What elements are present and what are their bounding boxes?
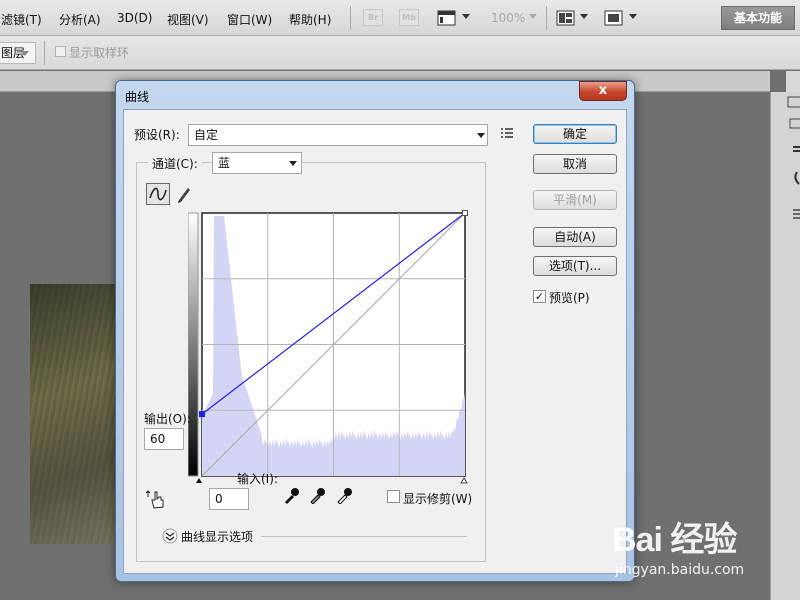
gray-eyedropper-icon[interactable] bbox=[308, 486, 326, 504]
watermark-logo: Bai 经验 bbox=[612, 521, 737, 559]
target-adjust-hand-icon[interactable] bbox=[146, 488, 168, 510]
curve-icon bbox=[149, 187, 167, 201]
input-label: 输入(I): bbox=[237, 472, 278, 486]
menu-help[interactable]: 帮助(H) bbox=[289, 11, 331, 28]
chevron-down-icon[interactable] bbox=[462, 14, 470, 19]
input-field[interactable]: 0 bbox=[209, 488, 249, 510]
white-point-slider[interactable] bbox=[460, 477, 468, 484]
divider bbox=[261, 536, 467, 537]
menu-bar: 滤镜(T) 分析(A) 3D(D) 视图(V) 窗口(W) 帮助(H) Br M… bbox=[0, 0, 800, 36]
chevron-down-icon[interactable] bbox=[580, 14, 588, 19]
ok-button[interactable]: 确定 bbox=[533, 124, 617, 144]
preset-value: 自定 bbox=[194, 128, 219, 142]
bridge-icon[interactable]: Br bbox=[363, 9, 383, 26]
black-eyedropper-icon[interactable] bbox=[282, 486, 300, 504]
panel-dock bbox=[770, 92, 800, 600]
screen-mode-icon[interactable] bbox=[603, 8, 625, 28]
chevron-down-icon bbox=[21, 51, 29, 56]
menu-analysis[interactable]: 分析(A) bbox=[59, 11, 101, 28]
expand-chevron-icon[interactable] bbox=[162, 528, 178, 544]
channel-select[interactable]: 蓝 bbox=[212, 152, 302, 174]
menu-window[interactable]: 窗口(W) bbox=[227, 11, 272, 28]
menu-separator bbox=[546, 6, 547, 30]
curve-control-point[interactable] bbox=[199, 411, 205, 418]
curve-display-options-label[interactable]: 曲线显示选项 bbox=[181, 528, 253, 545]
panel-dock-header bbox=[786, 71, 800, 92]
channel-value: 蓝 bbox=[218, 156, 231, 170]
menu-separator bbox=[350, 6, 351, 30]
preview-label: 预览(P) bbox=[549, 291, 590, 305]
dialog-body: 预设(R): 自定 确定 取消 平滑(M) 自动(A) 选项(T)... ✓ 预… bbox=[123, 109, 627, 574]
auto-button[interactable]: 自动(A) bbox=[533, 227, 617, 247]
options-button[interactable]: 选项(T)... bbox=[533, 256, 617, 276]
show-sampling-ring-checkbox[interactable] bbox=[55, 46, 66, 57]
options-separator bbox=[44, 41, 45, 65]
channel-label: 通道(C): bbox=[148, 155, 202, 172]
panel-dock-icons bbox=[787, 96, 800, 219]
menu-filter[interactable]: 滤镜(T) bbox=[1, 11, 42, 28]
mini-bridge-icon[interactable]: Mb bbox=[399, 9, 419, 26]
curve-control-point[interactable] bbox=[462, 210, 468, 216]
black-point-slider[interactable] bbox=[196, 478, 202, 483]
curves-graph[interactable] bbox=[188, 183, 488, 493]
show-clipping-label: 显示修剪(W) bbox=[403, 492, 473, 506]
curves-dialog: 曲线 x 预设(R): 自定 确定 取消 平滑(M) 自动(A) 选项(T)..… bbox=[115, 80, 635, 582]
output-label: 输出(O): bbox=[144, 412, 191, 426]
curve-point-tool-button[interactable] bbox=[146, 183, 170, 205]
view-extras-icon[interactable] bbox=[436, 8, 458, 28]
preset-label: 预设(R): bbox=[134, 128, 180, 142]
chevron-down-icon bbox=[477, 133, 485, 138]
output-gradient-bar bbox=[188, 212, 199, 477]
zoom-level: 100% bbox=[491, 11, 526, 25]
dialog-title: 曲线 bbox=[125, 90, 150, 104]
chevron-down-icon[interactable] bbox=[629, 14, 637, 19]
sample-layer-select[interactable]: 图层 bbox=[0, 42, 36, 64]
arrange-documents-icon[interactable] bbox=[555, 8, 577, 28]
show-sampling-ring-label: 显示取样环 bbox=[69, 46, 130, 60]
preview-checkbox[interactable]: ✓ bbox=[533, 290, 546, 303]
menu-3d[interactable]: 3D(D) bbox=[117, 11, 152, 25]
menu-view[interactable]: 视图(V) bbox=[167, 11, 209, 28]
preset-options-icon[interactable] bbox=[500, 127, 514, 141]
close-button[interactable]: x bbox=[579, 81, 627, 101]
cancel-button[interactable]: 取消 bbox=[533, 154, 617, 174]
chevron-down-icon bbox=[529, 14, 537, 19]
white-eyedropper-icon[interactable] bbox=[335, 486, 353, 504]
watermark-url: jingyan.baidu.com bbox=[615, 562, 745, 578]
close-icon: x bbox=[598, 83, 608, 98]
baidu-jingyan-watermark: Bai 经验 jingyan.baidu.com bbox=[612, 512, 744, 578]
show-clipping-checkbox[interactable] bbox=[387, 490, 400, 503]
smooth-button[interactable]: 平滑(M) bbox=[533, 190, 617, 210]
output-field[interactable]: 60 bbox=[144, 428, 184, 450]
chevron-down-icon bbox=[289, 161, 297, 166]
preset-select[interactable]: 自定 bbox=[188, 124, 488, 146]
workspace-button[interactable]: 基本功能 bbox=[721, 6, 795, 30]
